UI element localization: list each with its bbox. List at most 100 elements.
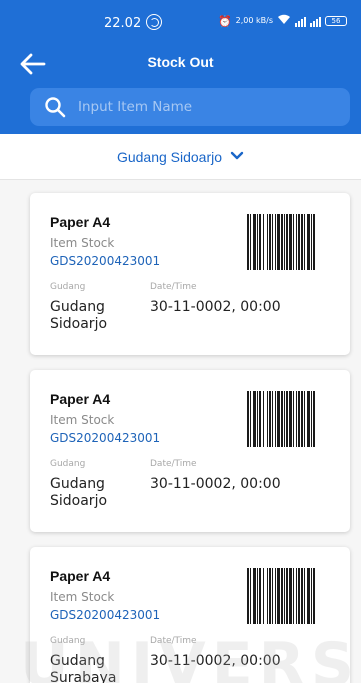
barcode-bar — [267, 568, 268, 624]
item-name: Paper A4 — [50, 214, 111, 230]
data-speed: 2,00 kB/s — [235, 16, 273, 25]
barcode-bar — [250, 568, 251, 624]
barcode-bar — [259, 214, 261, 270]
barcode-bar — [289, 214, 292, 270]
barcode-bar — [311, 214, 312, 270]
barcode-bar — [293, 391, 294, 447]
datetime-value: 30-11-0002, 00:00 — [150, 653, 281, 669]
barcode-bar — [253, 391, 256, 447]
barcode-bar — [257, 391, 258, 447]
search-input[interactable] — [76, 88, 336, 126]
datetime-label: Date/Time — [150, 282, 197, 292]
barcode-bar — [250, 214, 251, 270]
barcode-bar — [293, 568, 294, 624]
top-bar: Stock Out — [0, 44, 361, 84]
barcode-bar — [307, 391, 310, 447]
barcode-bar — [272, 214, 273, 270]
barcode-bar — [275, 391, 276, 447]
barcode-bar — [301, 391, 303, 447]
alarm-icon: ⏰ — [217, 14, 232, 28]
barcode-bar — [275, 214, 276, 270]
app-screen: 22.02 ⏰ 2,00 kB/s 56 Stock Out Input Ite… — [0, 0, 361, 683]
barcode-bar — [284, 214, 285, 270]
header: 22.02 ⏰ 2,00 kB/s 56 Stock Out Input Ite… — [0, 0, 361, 134]
barcode-bar — [263, 568, 264, 624]
page-title: Stock Out — [147, 54, 214, 70]
wifi-icon — [277, 14, 291, 28]
battery-icon: 56 — [325, 16, 347, 26]
barcode-bar — [272, 568, 273, 624]
barcode-bar — [281, 391, 283, 447]
barcode-bar — [286, 214, 288, 270]
barcode-bar — [289, 391, 292, 447]
barcode-bar — [296, 568, 297, 624]
barcode-bar — [296, 391, 297, 447]
status-icons: ⏰ 2,00 kB/s 56 — [218, 14, 347, 28]
item-type: Item Stock — [50, 236, 115, 250]
search-icon — [45, 97, 66, 118]
barcode-bar — [257, 214, 258, 270]
status-bar: 22.02 ⏰ 2,00 kB/s 56 — [0, 14, 361, 36]
barcode-bar — [311, 391, 312, 447]
barcode-bar — [247, 568, 249, 624]
status-time: 22.02 — [104, 16, 142, 31]
warehouse-selected-label: Gudang Sidoarjo — [116, 148, 223, 165]
datetime-value: 30-11-0002, 00:00 — [150, 476, 281, 492]
gudang-value: Gudang Surabaya — [50, 653, 117, 683]
barcode-bar — [286, 391, 288, 447]
barcode-bar — [277, 214, 280, 270]
gudang-label: Gudang — [50, 636, 86, 646]
barcode-bar — [301, 568, 303, 624]
barcode-bar — [259, 568, 261, 624]
whatsapp-notification-icon — [146, 14, 162, 30]
barcode-bar — [281, 214, 283, 270]
datetime-label: Date/Time — [150, 459, 197, 469]
barcode-bar — [277, 391, 280, 447]
barcode-image — [247, 214, 315, 270]
stock-list: Paper A4 Item Stock GDS20200423001 Gudan… — [0, 180, 361, 683]
barcode-bar — [304, 214, 305, 270]
item-code: GDS20200423001 — [50, 431, 161, 445]
barcode-bar — [298, 568, 300, 624]
item-code: GDS20200423001 — [50, 254, 161, 268]
search-bar[interactable] — [30, 88, 350, 126]
barcode-bar — [250, 391, 251, 447]
barcode-bar — [267, 391, 268, 447]
datetime-value: 30-11-0002, 00:00 — [150, 299, 281, 315]
gudang-label: Gudang — [50, 459, 86, 469]
barcode-bar — [313, 391, 315, 447]
barcode-bar — [259, 391, 261, 447]
barcode-bar — [272, 391, 273, 447]
list-item[interactable]: Paper A4 Item Stock GDS20200423001 Gudan… — [30, 370, 350, 532]
item-name: Paper A4 — [50, 568, 111, 584]
barcode-bar — [253, 568, 256, 624]
barcode-bar — [293, 214, 294, 270]
barcode-bar — [301, 214, 303, 270]
barcode-bar — [298, 214, 300, 270]
warehouse-selector[interactable]: Gudang Sidoarjo — [0, 134, 361, 180]
barcode-bar — [253, 214, 256, 270]
chevron-down-icon — [230, 151, 244, 159]
barcode-bar — [267, 214, 268, 270]
gudang-value: Gudang Sidoarjo — [50, 476, 108, 509]
barcode-bar — [289, 568, 292, 624]
barcode-bar — [298, 391, 300, 447]
barcode-bar — [307, 214, 310, 270]
gudang-label: Gudang — [50, 282, 86, 292]
barcode-bar — [296, 214, 297, 270]
barcode-bar — [304, 568, 305, 624]
barcode-image — [247, 568, 315, 624]
barcode-bar — [269, 568, 271, 624]
barcode-bar — [263, 214, 264, 270]
barcode-bar — [247, 391, 249, 447]
datetime-label: Date/Time — [150, 636, 197, 646]
list-item[interactable]: Paper A4 Item Stock GDS20200423001 Gudan… — [30, 547, 350, 683]
barcode-image — [247, 391, 315, 447]
barcode-bar — [284, 568, 285, 624]
list-item[interactable]: Paper A4 Item Stock GDS20200423001 Gudan… — [30, 193, 350, 355]
signal-icon — [295, 16, 306, 27]
barcode-bar — [304, 391, 305, 447]
item-type: Item Stock — [50, 590, 115, 604]
barcode-bar — [313, 214, 315, 270]
gudang-value: Gudang Sidoarjo — [50, 299, 108, 332]
